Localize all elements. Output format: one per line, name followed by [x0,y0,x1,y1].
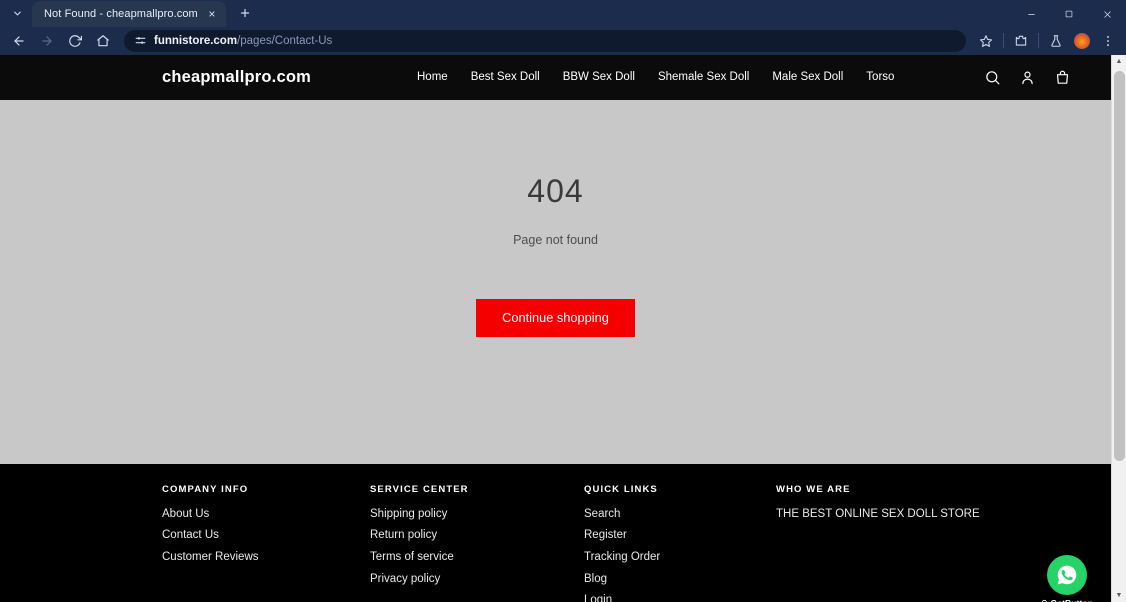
whatsapp-widget-label-text: GetButton [1051,598,1093,602]
scrollbar-down-arrow[interactable]: ▼ [1112,588,1126,602]
page-viewport: cheapmallpro.com Home Best Sex Doll BBW … [0,54,1126,602]
footer-link-blog[interactable]: Blog [584,573,776,586]
error-code: 404 [527,172,584,209]
main-navigation: Home Best Sex Doll BBW Sex Doll Shemale … [417,71,894,83]
nav-item-best-sex-doll[interactable]: Best Sex Doll [471,71,540,83]
footer-link-tracking-order[interactable]: Tracking Order [584,551,776,564]
footer-heading-quick-links: QUICK LINKS [584,483,658,495]
address-bar[interactable]: funnistore.com/pages/Contact-Us [124,29,966,52]
more-menu-icon[interactable] [1096,29,1120,53]
url-domain: funnistore.com [154,34,238,47]
footer-heading-service-center: SERVICE CENTER [370,483,469,495]
scrollbar-track[interactable] [1111,68,1126,588]
tab-search-chevron-down-icon[interactable] [4,0,30,26]
footer-link-return-policy[interactable]: Return policy [370,529,584,542]
window-close-button[interactable] [1088,0,1126,28]
header-icon-group [984,69,1091,86]
site-header: cheapmallpro.com Home Best Sex Doll BBW … [0,54,1111,100]
footer-link-customer-reviews[interactable]: Customer Reviews [162,551,370,564]
footer-link-terms-of-service[interactable]: Terms of service [370,551,584,564]
web-page: cheapmallpro.com Home Best Sex Doll BBW … [0,54,1111,602]
site-settings-tune-icon[interactable] [134,34,147,47]
extensions-icon[interactable] [1009,29,1033,53]
window-maximize-button[interactable] [1050,0,1088,28]
address-bar-url: funnistore.com/pages/Contact-Us [154,35,332,47]
tab-close-icon[interactable]: × [204,6,220,22]
footer-link-contact-us[interactable]: Contact Us [162,529,370,542]
page-scrollbar[interactable]: ▲ ▼ [1111,54,1126,602]
nav-item-home[interactable]: Home [417,71,448,83]
browser-tab[interactable]: Not Found - cheapmallpro.com × [32,1,226,28]
scrollbar-up-arrow[interactable]: ▲ [1112,55,1126,69]
nav-item-torso[interactable]: Torso [866,71,894,83]
nav-item-bbw-sex-doll[interactable]: BBW Sex Doll [563,71,635,83]
lab-flask-icon[interactable] [1044,29,1068,53]
footer-heading-who-we-are: WHO WE ARE [776,483,851,495]
url-path: /pages/Contact-Us [237,34,333,47]
footer-column-who-we-are: WHO WE ARE THE BEST ONLINE SEX DOLL STOR… [776,484,980,602]
footer-text-tagline: THE BEST ONLINE SEX DOLL STORE [776,507,980,520]
back-button[interactable] [6,29,32,53]
error-message: Page not found [513,232,598,247]
whatsapp-widget-label: GetButton [1041,598,1093,602]
continue-shopping-button[interactable]: Continue shopping [476,298,635,337]
error-content: 404 Page not found Continue shopping [0,99,1111,464]
profile-avatar[interactable] [1070,29,1094,53]
footer-link-search[interactable]: Search [584,508,776,521]
tab-title: Not Found - cheapmallpro.com [44,8,198,21]
site-logo[interactable]: cheapmallpro.com [162,68,311,87]
avatar [1074,32,1090,49]
search-icon[interactable] [984,69,1001,86]
footer-column-company-info: COMPANY INFO About Us Contact Us Custome… [162,484,370,602]
bookmark-star-icon[interactable] [974,29,998,53]
new-tab-button[interactable] [232,0,258,26]
footer-column-service-center: SERVICE CENTER Shipping policy Return po… [370,484,584,602]
footer-link-about-us[interactable]: About Us [162,508,370,521]
home-button[interactable] [90,29,116,53]
toolbar-divider [1003,33,1004,49]
footer-heading-company-info: COMPANY INFO [162,483,249,495]
footer-link-shipping-policy[interactable]: Shipping policy [370,508,584,521]
reload-button[interactable] [62,29,88,53]
nav-item-male-sex-doll[interactable]: Male Sex Doll [772,71,843,83]
footer-link-privacy-policy[interactable]: Privacy policy [370,573,584,586]
whatsapp-icon[interactable] [1046,554,1087,595]
footer-columns: COMPANY INFO About Us Contact Us Custome… [162,484,980,602]
browser-toolbar: funnistore.com/pages/Contact-Us [0,27,1126,55]
footer-link-login[interactable]: Login [584,594,776,602]
toolbar-divider-2 [1038,33,1039,49]
whatsapp-chat-widget[interactable]: GetButton [1041,554,1093,602]
scrollbar-thumb[interactable] [1113,70,1125,461]
forward-button[interactable] [34,29,60,53]
footer-link-register[interactable]: Register [584,529,776,542]
browser-window: Not Found - cheapmallpro.com × funnistor… [0,0,1126,602]
footer-column-quick-links: QUICK LINKS Search Register Tracking Ord… [584,484,776,602]
window-controls [1012,0,1126,28]
window-minimize-button[interactable] [1012,0,1050,28]
tab-strip: Not Found - cheapmallpro.com × [0,0,1126,28]
site-footer: COMPANY INFO About Us Contact Us Custome… [0,463,1111,602]
account-icon[interactable] [1019,69,1036,86]
nav-item-shemale-sex-doll[interactable]: Shemale Sex Doll [658,71,749,83]
cart-icon[interactable] [1054,69,1071,86]
